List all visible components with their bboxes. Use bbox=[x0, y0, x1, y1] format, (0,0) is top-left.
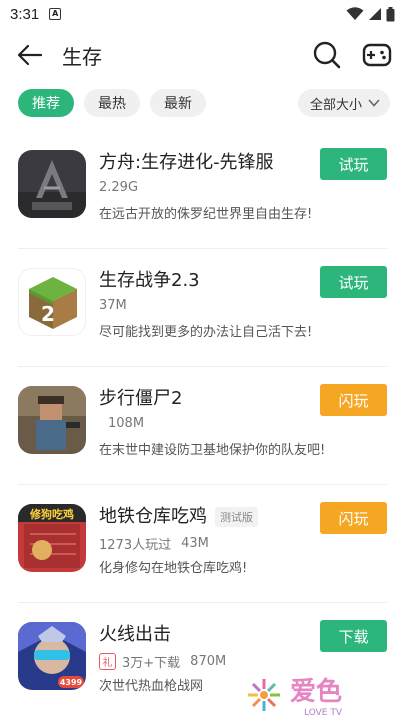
svg-text:2: 2 bbox=[41, 302, 55, 326]
game-title-text: 地铁仓库吃鸡 bbox=[99, 506, 207, 527]
filter-chip-recommended[interactable]: 推荐 bbox=[18, 89, 74, 117]
game-description: 次世代热血枪战网 bbox=[99, 679, 204, 694]
game-downloads: 3万+下载 bbox=[122, 656, 181, 671]
game-list-item[interactable]: 方舟:生存进化-先锋服 2.29G 在远古开放的侏罗纪世界里自由生存! 试玩 bbox=[0, 130, 405, 248]
size-filter-label: 全部大小 bbox=[309, 97, 362, 113]
flower-icon bbox=[248, 679, 280, 711]
game-icon-survivalcraft: 2 bbox=[18, 268, 86, 336]
filter-bar: 推荐 最热 最新 全部大小 bbox=[18, 89, 390, 117]
gamepad-icon bbox=[362, 43, 392, 67]
game-title: 步行僵尸2 bbox=[99, 388, 183, 409]
game-icon-caption: 修狗吃鸡 bbox=[29, 507, 74, 521]
status-bar: 3:31 A bbox=[0, 0, 405, 28]
game-size: 37M bbox=[99, 298, 127, 313]
play-button[interactable]: 试玩 bbox=[320, 148, 387, 180]
watermark-logo: 爱色 LOVE TV bbox=[244, 672, 374, 718]
instant-play-button[interactable]: 闪玩 bbox=[320, 384, 387, 416]
battery-icon bbox=[386, 6, 395, 21]
game-size: 2.29G bbox=[99, 180, 139, 195]
play-button[interactable]: 试玩 bbox=[320, 266, 387, 298]
top-app-bar: 生存 bbox=[0, 32, 405, 78]
filter-chip-hottest[interactable]: 最热 bbox=[84, 89, 140, 117]
watermark-text: 爱色 bbox=[290, 676, 342, 707]
game-description: 尽可能找到更多的办法让自己活下去! bbox=[99, 325, 313, 340]
instant-play-button[interactable]: 闪玩 bbox=[320, 502, 387, 534]
game-title: 生存战争2.3 bbox=[99, 270, 200, 291]
status-indicators bbox=[346, 6, 395, 22]
watermark-subtext: LOVE TV bbox=[304, 708, 343, 718]
gamepad-button[interactable] bbox=[361, 40, 393, 70]
game-description: 化身修勾在地铁仓库吃鸡! bbox=[99, 561, 248, 576]
game-list-item[interactable]: 修狗吃鸡 地铁仓库吃鸡 测试版 1273人玩过 43M 化身修勾在地铁仓库吃鸡! … bbox=[0, 484, 405, 602]
beta-badge: 测试版 bbox=[215, 507, 258, 527]
game-meta: 1273人玩过 43M bbox=[99, 534, 209, 553]
game-icon-crossfire: 4399 bbox=[18, 622, 86, 690]
game-icon-ark bbox=[18, 150, 86, 218]
game-list: 方舟:生存进化-先锋服 2.29G 在远古开放的侏罗纪世界里自由生存! 试玩 2… bbox=[0, 130, 405, 720]
status-time: 3:31 bbox=[10, 5, 40, 23]
game-size: 108M bbox=[108, 416, 145, 431]
game-icon-walking-zombie bbox=[18, 386, 86, 454]
page-title: 生存 bbox=[62, 44, 102, 69]
game-list-item[interactable]: 2 生存战争2.3 37M 尽可能找到更多的办法让自己活下去! 试玩 bbox=[0, 248, 405, 366]
game-icon-metro-warehouse: 修狗吃鸡 bbox=[18, 504, 86, 572]
game-meta: 37M bbox=[99, 298, 127, 313]
wifi-icon bbox=[346, 7, 364, 20]
game-icon-caption: 4399 bbox=[60, 678, 83, 687]
game-players: 1273人玩过 bbox=[99, 538, 172, 553]
size-filter-dropdown[interactable]: 全部大小 bbox=[297, 89, 390, 117]
download-button[interactable]: 下载 bbox=[320, 620, 387, 652]
game-meta: 108M bbox=[99, 416, 144, 431]
arrow-left-icon bbox=[17, 44, 43, 66]
game-description: 在末世中建设防卫基地保护你的队友吧! bbox=[99, 443, 326, 458]
game-meta: 礼 3万+下载 870M bbox=[99, 652, 226, 671]
game-size: 870M bbox=[190, 654, 227, 669]
game-meta: 2.29G bbox=[99, 180, 138, 195]
back-button[interactable] bbox=[16, 41, 44, 69]
chevron-down-icon bbox=[368, 99, 380, 107]
game-title: 地铁仓库吃鸡 测试版 bbox=[99, 502, 258, 528]
game-description: 在远古开放的侏罗纪世界里自由生存! bbox=[99, 207, 313, 222]
notification-icon: A bbox=[49, 8, 62, 20]
game-size: 43M bbox=[181, 536, 209, 551]
game-title: 火线出击 bbox=[99, 624, 171, 645]
game-list-item[interactable]: 步行僵尸2 108M 在末世中建设防卫基地保护你的队友吧! 闪玩 bbox=[0, 366, 405, 484]
gift-icon: 礼 bbox=[99, 653, 116, 670]
signal-icon bbox=[369, 8, 381, 20]
game-title: 方舟:生存进化-先锋服 bbox=[99, 152, 274, 173]
search-button[interactable] bbox=[312, 40, 342, 70]
filter-chip-newest[interactable]: 最新 bbox=[150, 89, 206, 117]
search-icon bbox=[313, 41, 341, 69]
